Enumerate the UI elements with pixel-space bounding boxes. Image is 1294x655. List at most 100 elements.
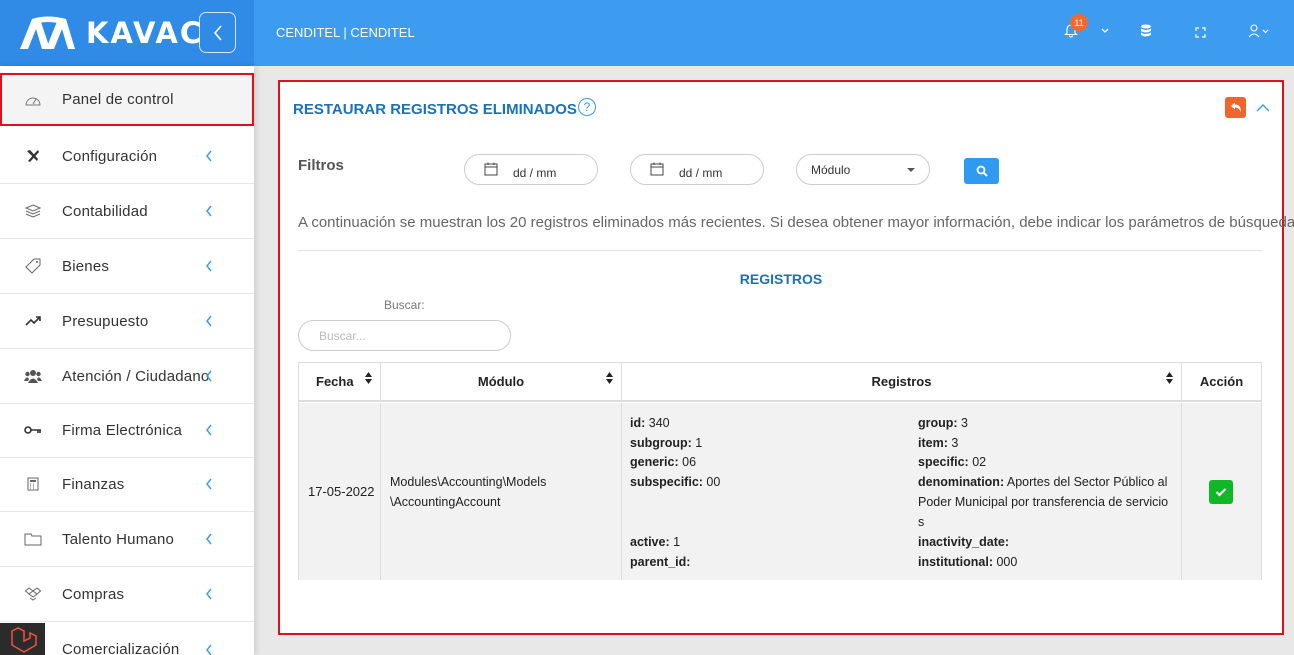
sort-icon	[365, 372, 372, 384]
sidebar-item-label: Contabilidad	[62, 202, 148, 220]
sidebar-item-label: Atención / Ciudadano	[62, 367, 210, 385]
trend-icon	[24, 312, 42, 330]
sidebar-item-label: Panel de control	[62, 91, 174, 108]
column-header-fecha[interactable]: Fecha	[299, 363, 381, 402]
collapse-button[interactable]	[1256, 99, 1270, 117]
column-header-accion: Acción	[1182, 363, 1261, 402]
calendar-icon	[484, 162, 498, 176]
record-field-continued: Poder Municipal por transferencia de ser…	[918, 495, 1169, 509]
sidebar-item-label: Bienes	[62, 257, 110, 275]
search-button[interactable]	[964, 158, 999, 184]
folder-icon	[24, 530, 42, 548]
record-field: subspecific: 00	[630, 475, 721, 489]
record-field: specific: 02	[918, 455, 987, 469]
caret-down-icon	[1101, 28, 1109, 33]
record-field: active: 1	[630, 535, 681, 549]
sidebar-item-atencion-ciudadano[interactable]: Atención / Ciudadano	[0, 349, 254, 404]
record-field: parent_id:	[630, 555, 691, 569]
column-header-label: Módulo	[477, 374, 525, 389]
record-field: group: 3	[918, 416, 969, 430]
users-icon	[24, 367, 42, 385]
date-from-placeholder: dd / mm	[513, 166, 557, 180]
module-path-line1: Modules\Accounting\Models	[390, 475, 547, 489]
record-field-continued: s	[918, 515, 925, 529]
undo-icon	[1230, 102, 1241, 112]
divider	[298, 250, 1262, 251]
chevron-left-icon	[205, 314, 217, 328]
module-select[interactable]: Módulo	[796, 154, 930, 185]
cell-registros: id: 340 subgroup: 1 generic: 06 subspeci…	[622, 403, 1182, 580]
chevron-left-icon	[205, 369, 217, 383]
column-header-label: Registros	[871, 374, 932, 389]
fullscreen-button[interactable]	[1195, 27, 1206, 38]
sidebar-item-bienes[interactable]: Bienes	[0, 239, 254, 294]
dropbox-icon	[24, 585, 42, 603]
column-header-modulo[interactable]: Módulo	[381, 363, 622, 402]
dashboard-icon	[24, 91, 42, 109]
search-icon	[976, 165, 988, 177]
sidebar-item-firma-electronica[interactable]: Firma Electrónica	[0, 403, 254, 458]
user-icon	[1248, 24, 1269, 38]
record-field: institutional: 000	[918, 555, 1018, 569]
sort-icon	[606, 372, 613, 384]
top-navbar: KAVAC CENDITEL | CENDITEL 11	[0, 0, 1294, 66]
column-header-label: Acción	[1199, 374, 1244, 389]
restore-record-button[interactable]	[1209, 480, 1233, 504]
sidebar-toggle-button[interactable]	[199, 12, 236, 53]
sidebar: Panel de control Configuración Contabili…	[0, 66, 254, 655]
caret-down-icon	[907, 168, 915, 172]
cell-modulo: Modules\Accounting\Models \AccountingAcc…	[381, 403, 622, 580]
column-header-label: Fecha	[316, 374, 354, 389]
user-menu-button[interactable]	[1248, 24, 1270, 38]
sidebar-item-compras[interactable]: Compras	[0, 567, 254, 622]
sort-icon	[1166, 372, 1173, 384]
sidebar-item-label: Compras	[62, 585, 125, 603]
chevron-left-icon	[205, 149, 217, 163]
sidebar-item-presupuesto[interactable]: Presupuesto	[0, 294, 254, 349]
filters-label: Filtros	[298, 157, 344, 174]
chevron-left-icon	[205, 259, 217, 273]
sidebar-item-configuracion[interactable]: Configuración	[0, 129, 254, 184]
database-button[interactable]	[1140, 24, 1152, 38]
record-field: generic: 06	[630, 455, 697, 469]
sidebar-item-label: Presupuesto	[62, 312, 149, 330]
chevron-left-icon	[205, 532, 217, 546]
chevron-up-icon	[1256, 104, 1270, 112]
fullscreen-icon	[1195, 27, 1206, 38]
sidebar-item-label: Finanzas	[62, 475, 125, 493]
record-field: item: 3	[918, 436, 959, 450]
record-field: denomination: Aportes del Sector Público…	[918, 475, 1168, 489]
notifications-dropdown[interactable]	[1101, 28, 1109, 33]
date-to-placeholder: dd / mm	[679, 166, 723, 180]
restore-records-panel: RESTAURAR REGISTROS ELIMINADOS ? Filtros…	[278, 80, 1294, 635]
column-header-registros[interactable]: Registros	[622, 363, 1182, 402]
chevron-left-icon	[205, 477, 217, 491]
sidebar-item-comercializacion[interactable]: Comercialización	[0, 622, 254, 655]
brand-name: KAVAC	[86, 16, 204, 50]
info-text: A continuación se muestran los 20 regist…	[298, 214, 1294, 231]
logo-area: KAVAC	[0, 0, 254, 66]
date-to-input[interactable]: dd / mm	[630, 154, 764, 185]
sidebar-item-finanzas[interactable]: Finanzas	[0, 457, 254, 512]
chevron-left-icon	[205, 204, 217, 218]
sidebar-item-talento-humano[interactable]: Talento Humano	[0, 512, 254, 567]
undo-button[interactable]	[1225, 97, 1246, 118]
tag-icon	[24, 257, 42, 275]
date-from-input[interactable]: dd / mm	[464, 154, 598, 185]
record-field: inactivity_date:	[918, 535, 1010, 549]
sidebar-item-panel-de-control[interactable]: Panel de control	[0, 73, 254, 126]
sidebar-item-label: Configuración	[62, 147, 158, 165]
cell-fecha: 17-05-2022	[299, 403, 381, 580]
records-search-input[interactable]	[298, 320, 511, 351]
module-select-value: Módulo	[811, 163, 851, 177]
sidebar-item-contabilidad[interactable]: Contabilidad	[0, 184, 254, 239]
help-icon[interactable]: ?	[578, 98, 596, 116]
chevron-left-icon	[213, 24, 222, 41]
records-title: REGISTROS	[739, 271, 823, 287]
record-field: id: 340	[630, 416, 670, 430]
sidebar-item-label: Firma Electrónica	[62, 421, 183, 439]
record-field: subgroup: 1	[630, 436, 703, 450]
database-icon	[1141, 24, 1151, 37]
check-icon	[1215, 488, 1227, 497]
page-title: RESTAURAR REGISTROS ELIMINADOS	[293, 101, 577, 118]
